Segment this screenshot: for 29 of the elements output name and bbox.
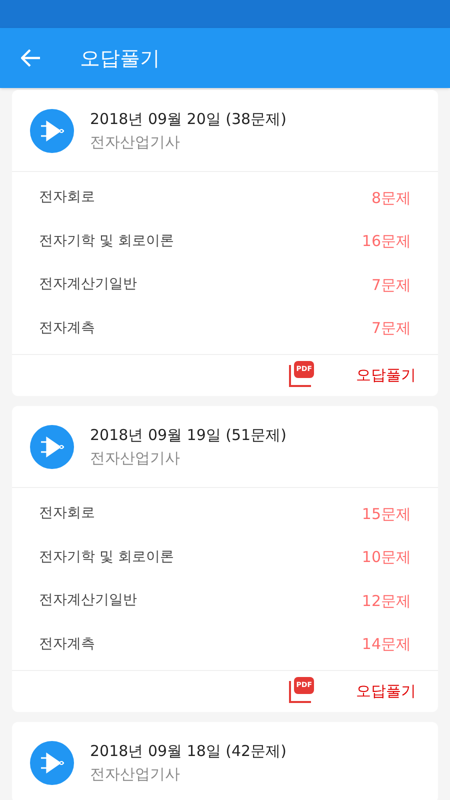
exam-subject: 전자산업기사 [90, 764, 181, 784]
subject-name: 전자계산기일반 [39, 591, 137, 610]
wrong-count: 7문제 [371, 274, 411, 296]
exam-date: 2018년 09월 19일 (51문제) [90, 425, 286, 446]
subject-name: 전자기학 및 회로이론 [39, 548, 174, 567]
wrong-count: 7문제 [371, 318, 411, 339]
back-icon[interactable] [21, 49, 41, 67]
exam-subject: 전자산업기사 [90, 132, 181, 152]
wrong-count: 12문제 [362, 590, 411, 612]
wrong-count: 14문제 [362, 634, 411, 655]
subject-name: 전자계측 [39, 634, 95, 654]
wrong-count: 10문제 [362, 547, 411, 568]
subject-name: 전자계측 [39, 318, 95, 338]
exam-subject: 전자산업기사 [90, 448, 181, 468]
subject-name: 전자회로 [39, 188, 95, 208]
exam-date: 2018년 09월 20일 (38문제) [90, 109, 286, 130]
review-button[interactable]: 오답풀기 [356, 364, 416, 387]
page-title: 오답풀기 [80, 45, 160, 72]
exam-date: 2018년 09월 18일 (42문제) [90, 741, 286, 762]
logic-gate-icon [30, 740, 74, 784]
wrong-count: 15문제 [362, 504, 411, 524]
wrong-count: 8문제 [371, 188, 411, 208]
wrong-count: 16문제 [362, 231, 411, 252]
logic-gate-icon [30, 424, 74, 468]
subject-name: 전자계산기일반 [39, 275, 137, 294]
subject-name: 전자회로 [39, 504, 95, 524]
subject-name: 전자기학 및 회로이론 [39, 232, 174, 251]
logic-gate-icon [30, 108, 74, 152]
review-button[interactable]: 오답풀기 [356, 680, 416, 703]
